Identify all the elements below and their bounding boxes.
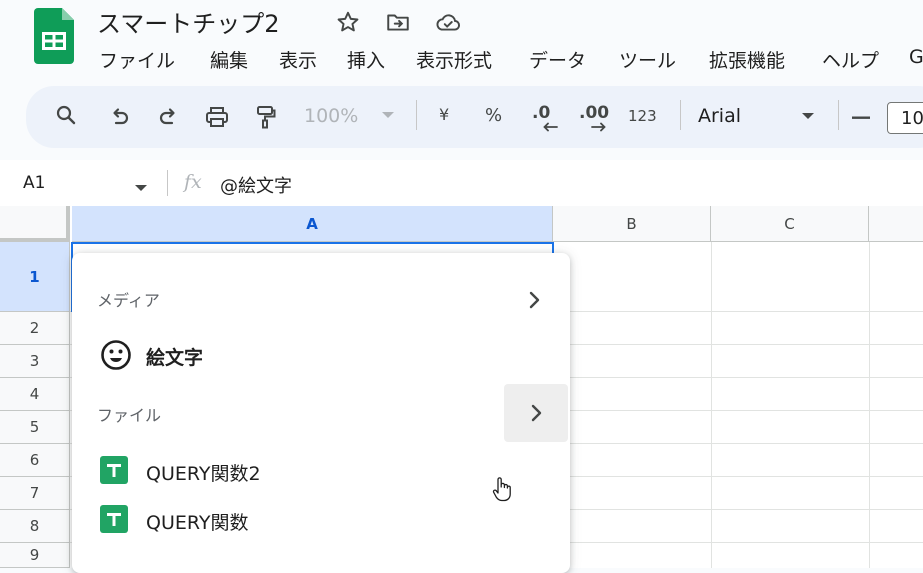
emoji-icon: [100, 339, 132, 375]
smart-chip-menu: メディア 絵文字 ファイル QUERY関数2 QUERY関数: [72, 253, 570, 573]
sheets-logo[interactable]: [34, 8, 74, 64]
paint-format-icon[interactable]: [254, 104, 278, 130]
number-format-button[interactable]: 123: [628, 107, 657, 125]
menu-data[interactable]: データ: [529, 46, 586, 73]
decrease-decimal-button[interactable]: .0: [530, 102, 560, 134]
select-all-corner[interactable]: [0, 206, 70, 242]
font-size-input[interactable]: 10: [887, 102, 923, 134]
media-section-label: メディア: [97, 291, 160, 310]
emoji-label: 絵文字: [146, 347, 204, 369]
row-header-3[interactable]: 3: [0, 345, 70, 378]
menu-edit[interactable]: 編集: [210, 46, 248, 73]
column-header-a[interactable]: A: [72, 206, 553, 242]
name-box-dropdown-icon[interactable]: [134, 178, 148, 197]
row-header-1[interactable]: 1: [0, 242, 70, 312]
file-name: QUERY関数2: [146, 463, 261, 485]
row-header-2[interactable]: 2: [0, 312, 70, 345]
percent-format-button[interactable]: %: [485, 105, 502, 126]
currency-format-button[interactable]: ¥: [439, 105, 449, 124]
column-header-b[interactable]: B: [553, 206, 711, 242]
row-header-7[interactable]: 7: [0, 477, 70, 510]
decrease-font-size-icon[interactable]: [852, 116, 870, 120]
zoom-value[interactable]: 100%: [304, 105, 358, 127]
formula-bar: A1 fx @絵文字: [0, 160, 923, 206]
media-chevron-right-icon[interactable]: [528, 291, 540, 313]
menu-extensions[interactable]: 拡張機能: [709, 46, 785, 73]
menu-help[interactable]: ヘルプ: [822, 46, 879, 73]
file-item-query[interactable]: QUERY関数: [72, 502, 570, 538]
row-header-8[interactable]: 8: [0, 510, 70, 543]
cloud-saved-icon[interactable]: [434, 9, 460, 35]
fx-icon: fx: [184, 171, 202, 193]
sheets-file-icon: [100, 456, 128, 488]
menu-gemini[interactable]: G: [909, 46, 923, 68]
file-section-label: ファイル: [97, 406, 162, 425]
zoom-dropdown-icon[interactable]: [381, 110, 395, 120]
name-box[interactable]: A1: [23, 173, 45, 193]
search-icon[interactable]: [54, 103, 78, 127]
menu-view[interactable]: 表示: [279, 46, 317, 73]
file-name: QUERY関数: [146, 512, 249, 534]
toolbar: 100% ¥ % .0 .00 123 Arial 10: [26, 86, 923, 148]
formula-input[interactable]: @絵文字: [220, 172, 292, 198]
font-size-value: 10: [901, 108, 923, 129]
menu-file[interactable]: ファイル: [99, 46, 175, 73]
emoji-menu-item[interactable]: 絵文字: [72, 335, 570, 373]
print-icon[interactable]: [204, 105, 230, 129]
row-header-4[interactable]: 4: [0, 378, 70, 411]
menu-tools[interactable]: ツール: [619, 46, 676, 73]
increase-decimal-button[interactable]: .00: [577, 102, 611, 134]
row-header-9[interactable]: 9: [0, 543, 70, 568]
row-header-5[interactable]: 5: [0, 411, 70, 444]
document-title[interactable]: スマートチップ2: [97, 4, 280, 39]
star-icon[interactable]: [335, 9, 361, 35]
hand-cursor-icon: [492, 476, 512, 506]
font-dropdown-icon[interactable]: [801, 111, 815, 121]
increase-decimal-label: .00: [579, 103, 610, 123]
file-submenu-button[interactable]: [504, 384, 568, 442]
decrease-decimal-label: .0: [532, 103, 551, 123]
redo-icon[interactable]: [156, 105, 180, 129]
font-family-select[interactable]: Arial: [698, 105, 741, 127]
sheets-file-icon: [100, 505, 128, 537]
column-header-c[interactable]: C: [711, 206, 869, 242]
undo-icon[interactable]: [108, 105, 132, 129]
row-header-6[interactable]: 6: [0, 444, 70, 477]
menu-insert[interactable]: 挿入: [347, 46, 385, 73]
menu-format[interactable]: 表示形式: [416, 46, 492, 73]
move-to-folder-icon[interactable]: [385, 9, 411, 35]
column-header-d[interactable]: [869, 206, 923, 242]
